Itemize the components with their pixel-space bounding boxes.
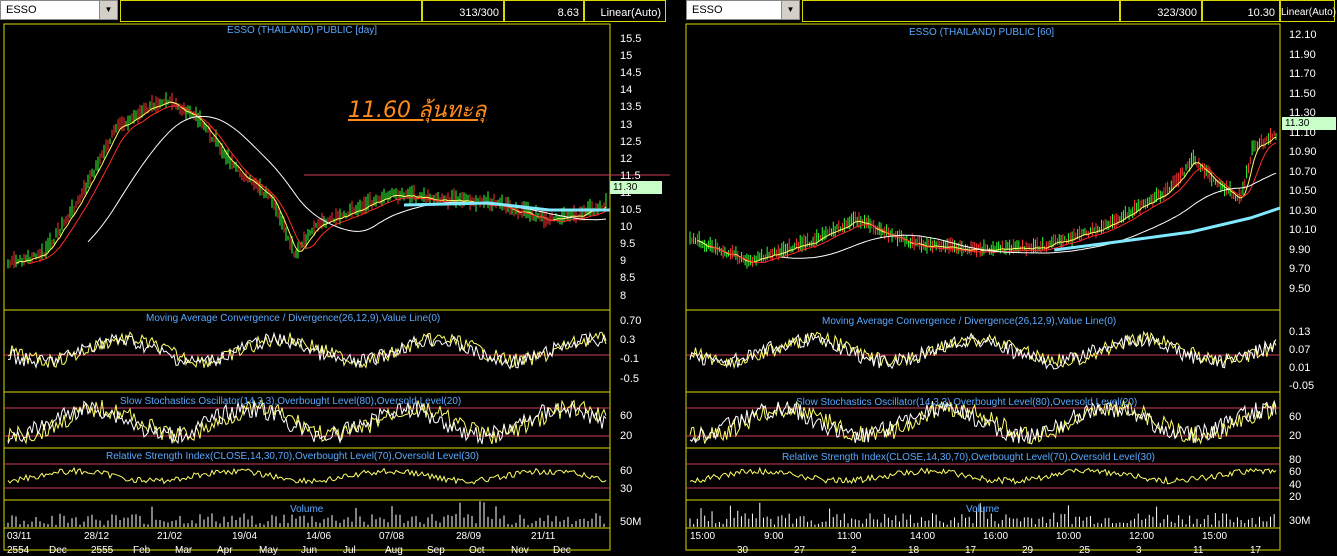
right-price-tick: 10.50 (1289, 185, 1317, 197)
right-price-tick: 10.10 (1289, 224, 1317, 236)
right-stoch-tick: 20 (1289, 430, 1302, 442)
left-price-tick: 13.5 (620, 101, 642, 114)
left-x-label: 28/12 (84, 531, 110, 542)
left-price-tick: 14.5 (620, 67, 642, 80)
left-price-tick: 15 (620, 50, 633, 63)
right-price-tick: 10.90 (1289, 146, 1317, 158)
left-macd-title: Moving Average Convergence / Divergence(… (146, 313, 441, 324)
ma-cyan-line (403, 201, 610, 212)
right-stoch-tick: 60 (1289, 411, 1302, 423)
right-macd-tick: 0.07 (1289, 344, 1311, 356)
left-chart-window: ESSO ▼ 313/300 8.63 Linear(Auto) ESSO (T… (0, 0, 670, 556)
right-price-tick: 9.70 (1289, 263, 1311, 275)
left-macd-tick: 0.3 (620, 334, 636, 346)
right-chart-canvas[interactable] (682, 0, 1337, 551)
left-price-tick: 11.5 (620, 169, 641, 182)
pane-frame (3, 23, 611, 311)
right-chart-window: ESSO ▼ 323/300 10.30 Linear(Auto) ESSO (… (682, 0, 1337, 556)
right-rsi-tick: 80 (1289, 454, 1302, 466)
left-macd-tick: -0.1 (620, 353, 639, 365)
right-rsi-title: Relative Strength Index(CLOSE,14,30,70),… (782, 452, 1155, 463)
macd-signal-line (8, 331, 607, 370)
left-x-label: 28/09 (456, 531, 482, 542)
left-rsi-tick: 30 (620, 483, 633, 495)
left-price-tick: 15.5 (620, 33, 642, 45)
left-price-tick: 10.5 (620, 204, 642, 216)
right-x-label: 15:00 (690, 531, 716, 542)
macd-line (7, 331, 607, 369)
left-x-label: 03/11 (7, 531, 32, 542)
left-price-tick: 9.5 (620, 238, 636, 251)
right-rsi-tick: 60 (1289, 466, 1302, 478)
right-rsi-tick: 40 (1289, 479, 1302, 491)
left-price-tick: 13 (620, 118, 633, 131)
right-x-label: 9:00 (764, 531, 784, 542)
ma-short-line (15, 101, 607, 264)
left-price-tick: 11 (620, 186, 632, 199)
left-rsi-tick: 60 (620, 465, 633, 477)
right-x-label: 12:00 (1129, 531, 1155, 542)
left-price-title: ESSO (THAILAND) PUBLIC [day] (227, 25, 378, 36)
ma-long-line (87, 115, 607, 243)
right-price-tick: 11.70 (1289, 68, 1316, 80)
ma-cyan-line (1054, 206, 1281, 252)
right-x-label: 11:00 (837, 531, 862, 542)
right-x-label: 16:00 (983, 531, 1009, 542)
left-price-tick: 12.5 (620, 135, 642, 148)
right-x-label: 15:00 (1202, 531, 1228, 542)
left-stoch-tick: 60 (620, 410, 633, 422)
rsi-line (7, 466, 607, 485)
left-price-label: 11.30 (610, 181, 662, 194)
left-macd-tick: 0.70 (620, 315, 642, 327)
right-price-tick: 11.30 (1289, 107, 1316, 119)
left-annotation: 11.60 ลุ้นทะลุ (348, 98, 487, 123)
right-price-tick: 9.50 (1289, 282, 1311, 295)
right-price-title: ESSO (THAILAND) PUBLIC [60] (909, 27, 1055, 38)
left-x-label: 21/02 (157, 531, 183, 542)
left-x-label: 21/11 (531, 531, 556, 542)
right-price-tick: 10.30 (1289, 204, 1317, 217)
right-volume-tick: 30M (1289, 515, 1311, 527)
left-volume-title: Volume (290, 504, 324, 515)
right-price-tick: 12.10 (1289, 29, 1317, 41)
ma-mid-line (27, 105, 607, 265)
left-x-label: 19/04 (232, 531, 258, 542)
right-macd-tick: 0.13 (1289, 326, 1311, 338)
left-price-tick: 9 (620, 255, 627, 268)
right-price-tick: 11.90 (1289, 48, 1316, 61)
rsi-line (689, 466, 1277, 485)
right-x-label: 14:00 (910, 531, 936, 542)
left-x-label: 14/06 (306, 531, 332, 542)
left-volume-tick: 50M (620, 516, 642, 528)
pane-frame (685, 23, 1281, 311)
ma-long-line (781, 172, 1277, 259)
left-stoch-tick: 20 (620, 430, 633, 442)
right-volume-title: Volume (966, 504, 1000, 515)
left-price-tick: 14 (620, 84, 633, 97)
right-price-tick: 11.50 (1289, 87, 1316, 100)
left-macd-tick: -0.5 (620, 373, 639, 385)
left-price-tick: 12 (620, 152, 633, 165)
ma-mid-line (708, 142, 1277, 264)
right-price-tick: 9.90 (1289, 243, 1311, 256)
left-x-label: 07/08 (379, 531, 405, 542)
right-x-label: 10:00 (1056, 531, 1082, 542)
right-price-tick: 10.70 (1289, 165, 1317, 178)
right-macd-tick: -0.05 (1289, 380, 1315, 392)
right-macd-tick: 0.01 (1289, 362, 1311, 374)
left-rsi-title: Relative Strength Index(CLOSE,14,30,70),… (106, 451, 479, 462)
right-stoch-title: Slow Stochastics Oscillator(14,3,3),Over… (796, 397, 1138, 408)
left-stoch-title: Slow Stochastics Oscillator(14,3,3),Over… (120, 396, 462, 407)
left-price-tick: 10 (620, 221, 633, 234)
right-rsi-tick: 20 (1289, 491, 1302, 503)
left-price-tick: 8.5 (620, 272, 636, 285)
left-price-tick: 8 (620, 289, 627, 302)
right-price-tick: 11.10 (1289, 126, 1316, 139)
left-chart-canvas[interactable] (0, 0, 670, 551)
right-macd-title: Moving Average Convergence / Divergence(… (822, 316, 1117, 327)
